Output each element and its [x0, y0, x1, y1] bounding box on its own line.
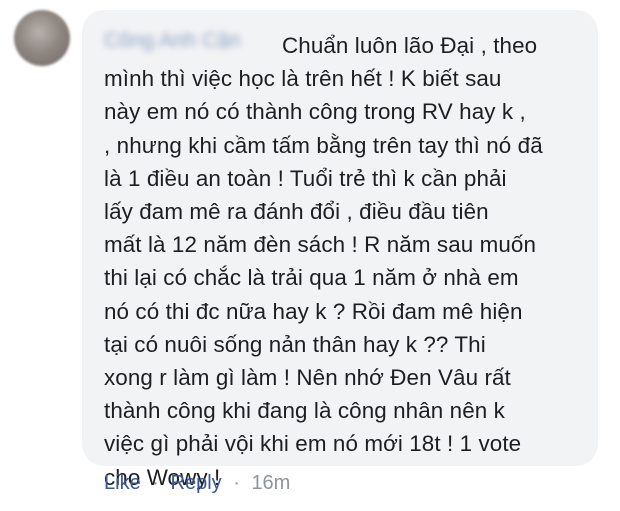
- action-separator: ·: [233, 472, 240, 494]
- comment-line: việc gì phải vội khi em nó mới 18t ! 1 v…: [104, 431, 522, 457]
- comment-line: nó có thi đc nữa hay k ? Rồi đam mê hiện: [104, 298, 523, 324]
- reply-link[interactable]: Reply: [171, 472, 222, 494]
- comment-line: lấy đam mê ra đánh đổi , điều đầu tiên: [104, 199, 489, 225]
- comment-line: xong r làm gì làm ! Nên nhớ Đen Vâu rất: [104, 365, 511, 391]
- action-separator: ·: [152, 472, 159, 494]
- comment-line: mất là 12 năm đèn sách ! R năm sau muốn: [104, 232, 537, 258]
- comment-line: thi lại có chắc là trải qua 1 năm ở nhà …: [104, 265, 519, 291]
- comment-line: là 1 điều an toàn ! Tuổi trẻ thì k cần p…: [104, 165, 507, 191]
- comment-line: , nhưng khi cầm tấm bằng trên tay thì nó…: [104, 132, 543, 158]
- timestamp[interactable]: 16m: [251, 472, 290, 494]
- comment-line: Chuẩn luôn lão Đại , theo: [282, 33, 538, 58]
- avatar[interactable]: [14, 10, 70, 66]
- comment-line: thành công khi đang là công nhân nên k: [104, 398, 505, 424]
- comment-body: Chuẩn luôn lão Đại , theo mình thì việc …: [104, 29, 592, 494]
- comment-actions: Like · Reply · 16m: [104, 470, 290, 496]
- comment-line: tại có nuôi sống nản thân hay k ?? Thi: [104, 331, 486, 357]
- comment-line: mình thì việc học là trên hết ! K biết s…: [104, 66, 502, 92]
- like-link[interactable]: Like: [104, 472, 141, 494]
- comment-line: này em nó có thành công trong RV hay k ,: [104, 99, 526, 125]
- comment-container: Công Anh Cận Chuẩn luôn lão Đại , theo m…: [0, 0, 620, 511]
